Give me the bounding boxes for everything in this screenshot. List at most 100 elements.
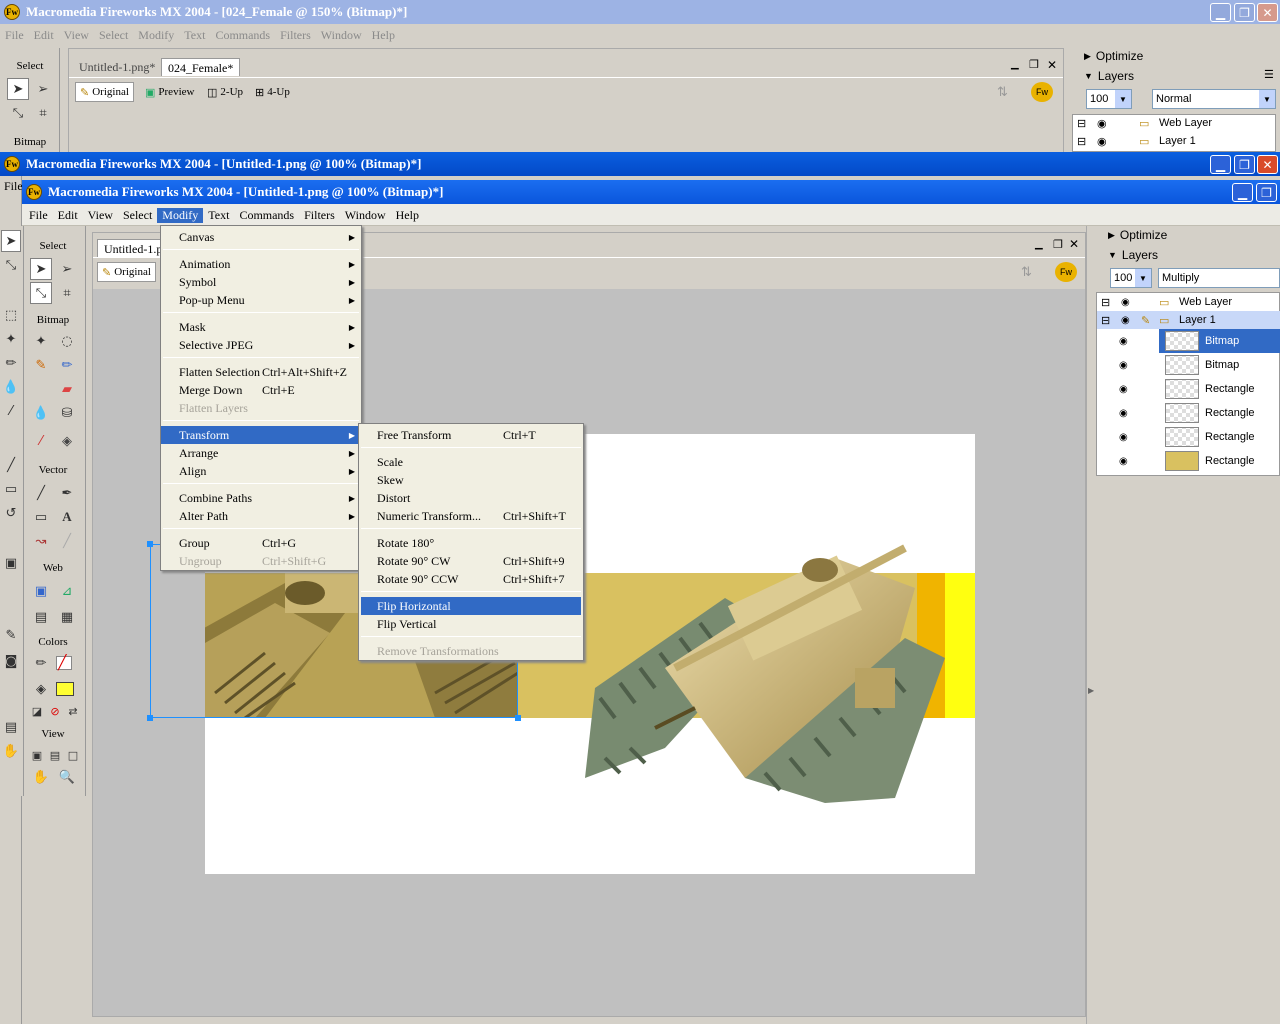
menu-commands[interactable]: Commands <box>234 208 299 223</box>
object-row[interactable]: ◉ Rectangle <box>1097 449 1280 473</box>
doc-minimize-icon[interactable]: ▁ <box>1035 239 1043 250</box>
minimize-button[interactable]: ▁ <box>1232 183 1253 202</box>
menu-item-canvas[interactable]: Canvas ▶ <box>161 228 361 246</box>
menu-item-group[interactable]: Group Ctrl+G <box>161 534 361 552</box>
back-opacity-field[interactable]: 100 ▼ <box>1086 89 1132 109</box>
menu-item-symbol[interactable]: Symbol ▶ <box>161 273 361 291</box>
blur-tool[interactable]: 💧 <box>1 376 21 398</box>
back-menu-select[interactable]: Select <box>94 28 133 43</box>
pencil-icon[interactable]: ✏ <box>56 354 78 376</box>
brush-icon[interactable]: ✎ <box>30 354 52 376</box>
show-hotspots-icon[interactable]: ▦ <box>56 606 78 628</box>
eye-icon[interactable]: ◉ <box>1097 117 1107 130</box>
dropdown-arrow-icon[interactable]: ▼ <box>1135 269 1151 287</box>
menu-item-numeric-transform[interactable]: Numeric Transform... Ctrl+Shift+T <box>359 507 583 525</box>
back-title-bar[interactable]: Fw Macromedia Fireworks MX 2004 - [024_F… <box>0 0 1280 24</box>
export-icon[interactable]: ⇅ <box>1021 264 1032 280</box>
back-menu-window[interactable]: Window <box>316 28 367 43</box>
back-scale-tool[interactable]: ⤡ <box>7 102 29 124</box>
object-row[interactable]: ◉ Bitmap <box>1097 329 1280 353</box>
eyedropper-icon[interactable]: ⁄ <box>30 430 52 452</box>
full-screen-icon[interactable]: □ <box>62 744 84 766</box>
menu-item-skew[interactable]: Skew <box>359 471 583 489</box>
fill-bucket-icon[interactable]: ◈ <box>30 678 52 700</box>
menu-filters[interactable]: Filters <box>299 208 340 223</box>
blend-mode-select[interactable]: Multiply <box>1158 268 1280 288</box>
menu-view[interactable]: View <box>83 208 118 223</box>
menu-edit[interactable]: Edit <box>53 208 83 223</box>
panel-options-icon[interactable]: ☰ <box>1264 68 1274 81</box>
menu-item-rotate-180[interactable]: Rotate 180° <box>359 534 583 552</box>
eye-icon[interactable]: ◉ <box>1119 408 1135 419</box>
back-doc-close-icon[interactable]: ✕ <box>1047 58 1057 72</box>
close-button[interactable]: ✕ <box>1257 3 1278 22</box>
restore-button[interactable]: ❐ <box>1256 183 1277 202</box>
scale-tool[interactable]: ⤡ <box>30 282 52 304</box>
eye-icon[interactable]: ◉ <box>1119 336 1135 347</box>
object-row[interactable]: ◉ Rectangle <box>1097 401 1280 425</box>
object-row[interactable]: ◉ Rectangle <box>1097 425 1280 449</box>
back-menu-commands[interactable]: Commands <box>210 28 275 43</box>
menu-item-alter-path[interactable]: Alter Path ▶ <box>161 507 361 525</box>
hotspot-icon[interactable]: ▣ <box>30 580 52 602</box>
menu-item-free-transform[interactable]: Free Transform Ctrl+T <box>359 426 583 444</box>
pen-icon[interactable]: ✒ <box>56 482 78 504</box>
back-menu-help[interactable]: Help <box>367 28 400 43</box>
swap-colors-icon[interactable]: ⇄ <box>62 700 84 722</box>
minimize-button[interactable]: ▁ <box>1210 3 1231 22</box>
doc-restore-icon[interactable]: ❐ <box>1053 238 1063 251</box>
back-quick-export-icon[interactable]: Fw <box>1031 82 1053 102</box>
eye-icon[interactable]: ◉ <box>1119 456 1135 467</box>
edit-pencil-icon[interactable]: ✎ <box>1141 314 1150 327</box>
menu-item-combine-paths[interactable]: Combine Paths ▶ <box>161 489 361 507</box>
back-blend-mode-select[interactable]: Normal ▼ <box>1152 89 1276 109</box>
fill-color-swatch[interactable] <box>56 682 74 696</box>
marquee-tool[interactable]: ⬚ <box>1 304 21 326</box>
lasso-icon[interactable]: ◌ <box>56 330 78 352</box>
freeform-icon[interactable]: ↝ <box>30 530 52 552</box>
menu-item-selective-jpeg[interactable]: Selective JPEG ▶ <box>161 336 361 354</box>
tank-bitmap[interactable] <box>575 518 947 803</box>
menu-item-rotate-90-ccw[interactable]: Rotate 90° CCW Ctrl+Shift+7 <box>359 570 583 588</box>
menu-select[interactable]: Select <box>118 208 157 223</box>
front-title-bar[interactable]: Fw Macromedia Fireworks MX 2004 - [Untit… <box>22 180 1280 204</box>
back-export-icon[interactable]: ⇅ <box>997 84 1008 100</box>
collapse-box-icon[interactable]: ⊟ <box>1077 117 1086 130</box>
back-optimize-header[interactable]: ▶ Optimize <box>1084 47 1143 65</box>
zoom-icon[interactable]: 🔍 <box>56 766 78 788</box>
rectangle-icon[interactable]: ▭ <box>30 506 52 528</box>
back-crop-tool[interactable]: ⌗ <box>32 102 54 124</box>
menu-item-distort[interactable]: Distort <box>359 489 583 507</box>
object-row[interactable]: ◉ Bitmap <box>1097 353 1280 377</box>
doc-close-icon[interactable]: ✕ <box>1069 237 1079 251</box>
panel-splitter[interactable]: ▶ <box>1086 226 1094 1024</box>
menu-modify[interactable]: Modify <box>157 207 204 223</box>
restore-button[interactable]: ❐ <box>1234 155 1255 174</box>
back-layer-web[interactable]: ⊟ ◉ ▭ Web Layer <box>1073 117 1273 133</box>
mid-title-bar[interactable]: Fw Macromedia Fireworks MX 2004 - [Untit… <box>0 152 1280 176</box>
quick-export-icon[interactable]: Fw <box>1055 262 1077 282</box>
back-menu-modify[interactable]: Modify <box>133 28 179 43</box>
back-menu-filters[interactable]: Filters <box>275 28 316 43</box>
back-layer-1[interactable]: ⊟ ◉ ▭ Layer 1 <box>1073 135 1273 151</box>
brush-tool[interactable]: ✏ <box>1 352 21 374</box>
collapse-box-icon[interactable]: ⊟ <box>1101 296 1110 309</box>
hand-tool[interactable]: ✋ <box>1 740 21 762</box>
rectangle-tool[interactable]: ▭ <box>1 478 21 500</box>
collapse-box-icon[interactable]: ⊟ <box>1077 135 1086 148</box>
dropdown-arrow-icon[interactable]: ▼ <box>1259 90 1275 108</box>
menu-window[interactable]: Window <box>340 208 391 223</box>
blur-icon[interactable]: 💧 <box>30 402 52 424</box>
back-subselect-tool[interactable]: ➢ <box>32 78 54 100</box>
back-doc-restore-icon[interactable]: ❐ <box>1029 58 1039 71</box>
pointer-tool[interactable]: ➤ <box>1 230 21 252</box>
eye-icon[interactable]: ◉ <box>1119 384 1135 395</box>
menu-item-flip-horizontal[interactable]: Flip Horizontal <box>361 597 581 615</box>
back-view-original[interactable]: ✎ Original <box>75 82 134 102</box>
back-view-4up[interactable]: ⊞ 4-Up <box>251 82 294 102</box>
text-icon[interactable]: A <box>56 506 78 528</box>
slice-icon[interactable]: ⊿ <box>56 580 78 602</box>
back-view-preview[interactable]: ▣ Preview <box>141 82 198 102</box>
back-menu-file[interactable]: File <box>0 28 29 43</box>
back-tab-024-female[interactable]: 024_Female* <box>161 58 241 76</box>
